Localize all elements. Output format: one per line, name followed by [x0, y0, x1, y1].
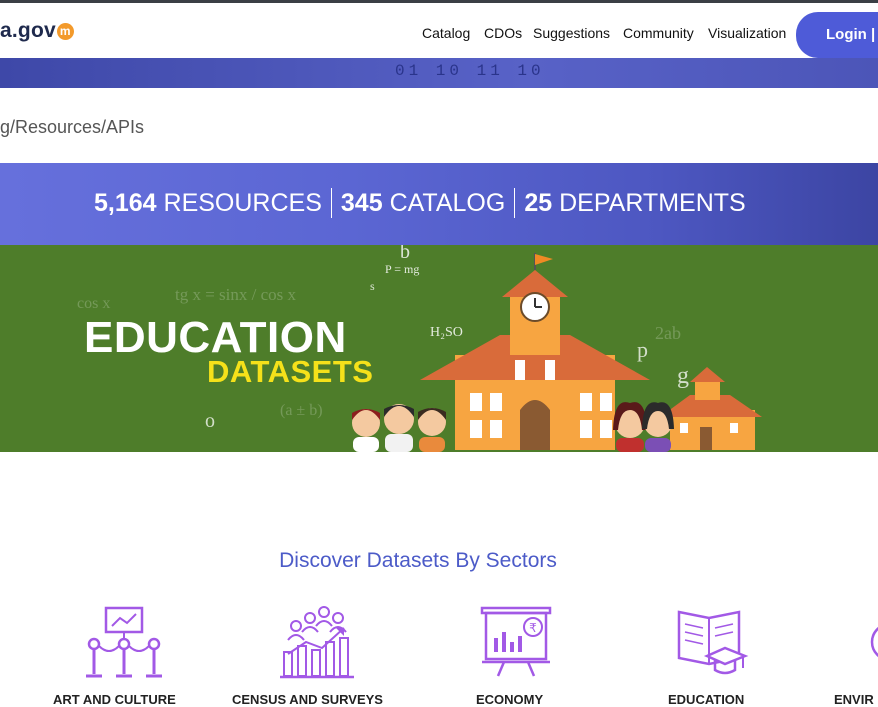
nav-visualization[interactable]: Visualization [708, 25, 786, 41]
economy-icon: ₹ [480, 606, 552, 677]
band-digits: 01 10 11 10 [395, 62, 545, 80]
login-label: Login | [826, 26, 876, 43]
stats-summary: 5,164 RESOURCES 345 CATALOG 25 DEPARTMENTS [94, 188, 746, 222]
decorative-band: 01 10 11 10 [0, 58, 878, 88]
nav-suggestions[interactable]: Suggestions [533, 25, 610, 41]
sector-economy[interactable]: ₹ [478, 604, 568, 684]
sector-environment[interactable] [860, 604, 878, 684]
sector-education[interactable] [675, 604, 765, 684]
flag-icon [535, 254, 553, 265]
site-header: a.gov m Catalog CDOs Suggestions Communit… [0, 3, 878, 58]
logo-mark-icon: m [56, 23, 74, 40]
school-door [520, 400, 550, 450]
svg-text:₹: ₹ [529, 621, 537, 635]
sectors-heading: Discover Datasets By Sectors [279, 549, 557, 572]
stat-divider [330, 188, 332, 219]
nav-community[interactable]: Community [623, 25, 694, 41]
stat-catalog[interactable]: 345 CATALOG [341, 189, 505, 218]
sector-art-culture[interactable] [82, 604, 172, 684]
census-icon [280, 606, 354, 679]
art-culture-icon [86, 606, 162, 678]
nav-catalog[interactable]: Catalog [422, 25, 470, 41]
login-button[interactable]: Login | [796, 12, 878, 58]
nav-cdos[interactable]: CDOs [484, 25, 522, 41]
stat-departments[interactable]: 25 DEPARTMENTS [524, 189, 745, 218]
breadcrumb: g/Resources/APIs [0, 117, 145, 137]
banner-subtitle: DATASETS [207, 354, 374, 389]
site-logo[interactable]: a.gov m [0, 19, 74, 43]
logo-text: a.gov [0, 19, 56, 42]
stat-resources[interactable]: 5,164 RESOURCES [94, 189, 322, 218]
environment-icon [870, 626, 878, 658]
stat-divider [514, 188, 516, 219]
sector-census[interactable] [276, 604, 366, 684]
education-icon [677, 610, 749, 675]
